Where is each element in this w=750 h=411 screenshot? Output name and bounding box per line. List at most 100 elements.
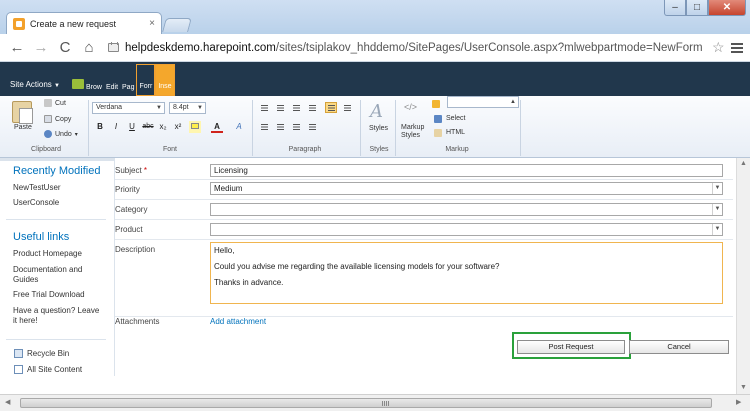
recycle-bin-link[interactable]: Recycle Bin — [27, 349, 119, 359]
back-button[interactable]: ← — [6, 37, 28, 59]
right-to-left-button[interactable] — [341, 102, 353, 113]
highlighter-icon — [191, 123, 199, 129]
address-bar[interactable]: helpdeskdemo.harepoint.com/sites/tsiplak… — [108, 41, 708, 54]
bold-button[interactable]: B — [94, 121, 106, 133]
highlight-color-button[interactable] — [189, 121, 201, 133]
description-editor[interactable]: Hello, Could you advise me regarding the… — [210, 242, 723, 304]
new-tab-button[interactable] — [162, 18, 192, 32]
numbered-list-button[interactable] — [274, 102, 286, 113]
styles-button-label[interactable]: Styles — [369, 125, 388, 132]
italic-button[interactable]: I — [110, 121, 122, 133]
bookmark-star-icon[interactable]: ☆ — [712, 39, 725, 56]
forward-button[interactable]: → — [30, 37, 52, 59]
scroll-down-icon[interactable]: ▼ — [740, 384, 747, 391]
paragraph-group-label: Paragraph — [288, 146, 322, 153]
language-select[interactable]: ▲ — [447, 96, 519, 108]
tab-insert[interactable]: Inse — [155, 64, 175, 96]
increase-indent-button[interactable] — [306, 102, 318, 113]
reload-button[interactable]: C — [54, 37, 76, 59]
tab-format-text[interactable]: Forr — [136, 64, 156, 96]
site-actions-menu[interactable]: Site Actions ▼ — [10, 80, 60, 89]
paste-icon[interactable] — [12, 101, 33, 124]
product-select[interactable]: ▼ — [210, 223, 723, 236]
browser-menu-icon[interactable] — [730, 42, 743, 53]
styles-icon[interactable]: A — [370, 101, 388, 122]
justify-button[interactable] — [306, 121, 318, 132]
vertical-scrollbar[interactable]: ▲ ▼ — [736, 158, 750, 394]
copy-button[interactable]: Copy — [44, 115, 71, 123]
category-select[interactable]: ▼ — [210, 203, 723, 216]
cancel-button[interactable]: Cancel — [629, 340, 729, 354]
undo-button[interactable]: Undo ▾ — [44, 130, 78, 138]
product-row: Product ▼ — [115, 220, 733, 240]
select-button[interactable]: Select — [446, 115, 465, 122]
tab-page[interactable]: Pag — [120, 84, 136, 91]
navigate-up-icon[interactable] — [72, 79, 84, 89]
description-label: Description — [115, 245, 156, 254]
scroll-right-icon[interactable]: ▶ — [736, 398, 741, 406]
left-to-right-button[interactable] — [325, 102, 337, 113]
cut-label: Cut — [55, 99, 66, 107]
recent-link-userconsole[interactable]: UserConsole — [13, 198, 105, 208]
underline-button[interactable]: U — [126, 121, 138, 133]
all-site-content-link[interactable]: All Site Content — [27, 365, 119, 375]
grip-icon — [382, 401, 390, 406]
add-attachment-link[interactable]: Add attachment — [210, 317, 266, 326]
decrease-indent-button[interactable] — [290, 102, 302, 113]
font-family-select[interactable]: Verdana ▼ — [92, 102, 165, 114]
chevron-down-icon: ▼ — [712, 183, 722, 194]
browser-titlebar: Create a new request × – □ ✕ — [0, 0, 750, 34]
minimize-button[interactable]: – — [664, 0, 686, 16]
link-free-trial[interactable]: Free Trial Download — [13, 290, 105, 300]
markup-styles-label-2[interactable]: Styles — [401, 132, 420, 139]
link-have-a-question[interactable]: Have a question? Leave it here! — [13, 306, 105, 326]
post-request-button[interactable]: Post Request — [517, 340, 625, 354]
scroll-thumb[interactable] — [20, 398, 712, 408]
html-icon — [434, 129, 442, 137]
recently-modified-heading[interactable]: Recently Modified — [13, 165, 100, 177]
priority-value: Medium — [214, 184, 243, 193]
browser-tab[interactable]: Create a new request × — [6, 12, 162, 34]
markup-styles-label[interactable]: Markup — [401, 124, 424, 131]
tab-close-icon[interactable]: × — [149, 18, 155, 29]
group-divider — [395, 100, 396, 156]
font-group-label: Font — [162, 146, 177, 153]
align-right-button[interactable] — [290, 121, 302, 132]
subject-input[interactable]: Licensing — [210, 164, 723, 177]
maximize-button[interactable]: □ — [686, 0, 708, 16]
markup-styles-icon[interactable]: </> — [404, 102, 422, 118]
language-icon[interactable] — [432, 100, 440, 108]
group-divider — [88, 100, 89, 156]
html-button[interactable]: HTML — [446, 129, 465, 136]
useful-links-heading[interactable]: Useful links — [13, 231, 69, 243]
tab-browse[interactable]: Brow — [84, 84, 104, 91]
copy-icon — [44, 115, 52, 123]
home-button[interactable]: ⌂ — [78, 37, 100, 59]
category-label: Category — [115, 205, 148, 214]
strikethrough-button[interactable]: abc — [141, 121, 155, 133]
close-window-button[interactable]: ✕ — [708, 0, 746, 16]
subscript-button[interactable]: x₂ — [157, 121, 169, 133]
horizontal-scrollbar[interactable]: ◀ ▶ — [0, 394, 750, 411]
paste-button-label[interactable]: Paste — [14, 124, 32, 131]
copy-label: Copy — [55, 115, 72, 123]
priority-select[interactable]: Medium ▼ — [210, 182, 723, 195]
scroll-left-icon[interactable]: ◀ — [5, 398, 10, 406]
clear-format-button[interactable]: A — [233, 121, 245, 133]
link-product-homepage[interactable]: Product Homepage — [13, 249, 105, 259]
cut-button[interactable]: Cut — [44, 99, 66, 107]
chevron-down-icon: ▼ — [54, 83, 60, 89]
undo-dropdown-icon[interactable]: ▾ — [75, 131, 78, 138]
bullet-list-button[interactable] — [258, 102, 270, 113]
link-documentation[interactable]: Documentation and Guides — [13, 265, 105, 285]
align-center-button[interactable] — [274, 121, 286, 132]
align-left-button[interactable] — [258, 121, 270, 132]
recent-link-newtestuser[interactable]: NewTestUser — [13, 183, 105, 193]
font-size-select[interactable]: 8.4pt ▼ — [169, 102, 206, 114]
scroll-up-icon[interactable]: ▲ — [740, 160, 747, 167]
attachments-label: Attachments — [115, 317, 160, 326]
superscript-button[interactable]: x² — [172, 121, 184, 133]
font-color-button[interactable]: A — [211, 121, 223, 133]
tab-edit[interactable]: Edit — [104, 84, 120, 91]
select-icon — [434, 115, 442, 123]
